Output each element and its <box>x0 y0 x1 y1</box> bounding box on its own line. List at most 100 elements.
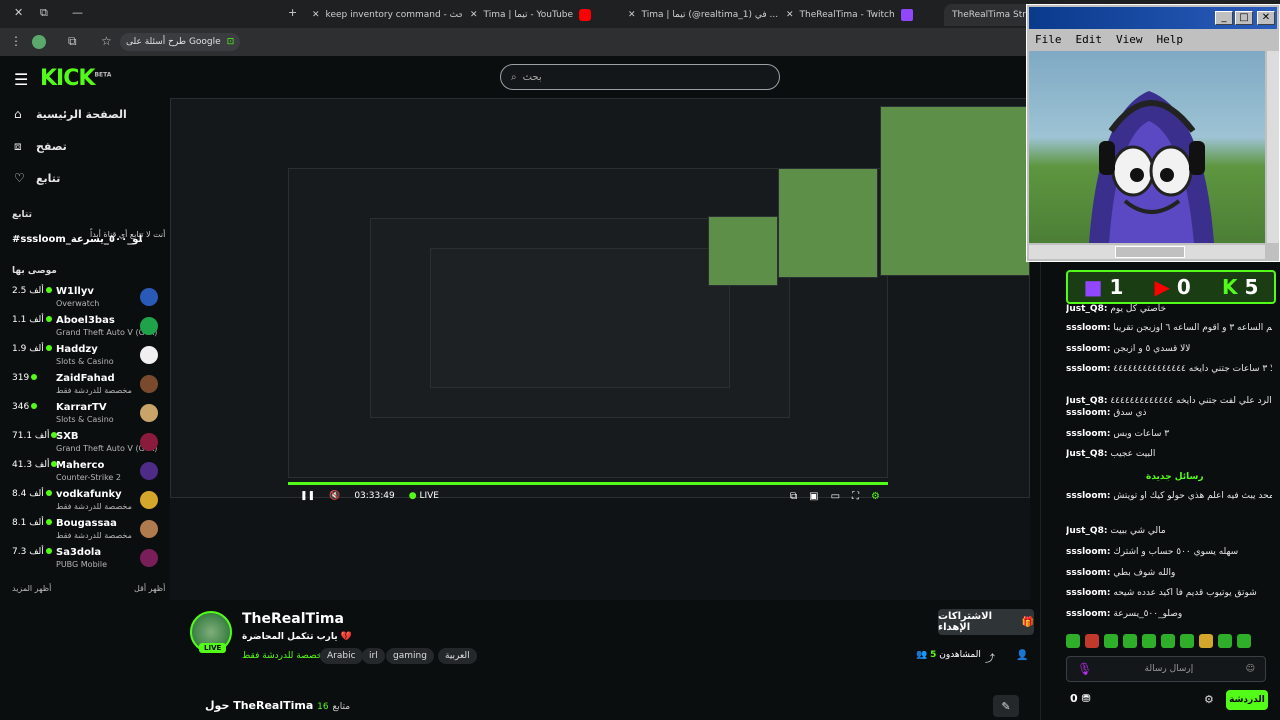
stream-category[interactable]: مخصصة للدردشة فقط <box>242 651 327 661</box>
tab-close-icon[interactable]: ✕ <box>312 10 320 20</box>
chat-username[interactable]: sssloom: <box>1066 429 1111 439</box>
chat-username[interactable]: sssloom: <box>1066 323 1111 333</box>
close-icon[interactable]: ✕ <box>1257 11 1275 25</box>
chat-username[interactable]: sssloom: <box>1066 588 1111 598</box>
coins-balance[interactable]: 0 ⛃ <box>1070 692 1091 705</box>
tab-kick[interactable]: TheRealTima Stre... <box>944 4 1034 26</box>
bookmark-star-icon[interactable]: ☆ <box>101 34 112 48</box>
emote-icon[interactable] <box>1104 634 1118 648</box>
tab-close-icon[interactable]: ✕ <box>786 10 794 20</box>
viewer-count: 1.9 ألف <box>12 344 54 354</box>
chat-username[interactable]: sssloom: <box>1066 609 1111 619</box>
minimize-icon[interactable]: _ <box>1215 11 1233 25</box>
recommended-channel[interactable]: 41.3 ألف Maherco Counter-Strike 2 <box>10 460 162 486</box>
recommended-channel[interactable]: 319 ZaidFahad مخصصة للدردشة فقط <box>10 373 162 399</box>
emote-icon[interactable] <box>1142 634 1156 648</box>
tag-arabic[interactable]: Arabic <box>320 648 363 664</box>
edit-pencil-icon[interactable]: ✎ <box>993 695 1019 717</box>
emote-icon[interactable] <box>1237 634 1251 648</box>
emote-icon[interactable] <box>1085 634 1099 648</box>
emote-icon[interactable] <box>1066 634 1080 648</box>
chat-username[interactable]: sssloom: <box>1066 547 1111 557</box>
recommended-channel[interactable]: 8.1 ألف Bougassaa مخصصة للدردشة فقط <box>10 518 162 544</box>
recommended-channel[interactable]: 7.3 ألف Sa3dola PUBG Mobile <box>10 547 162 573</box>
recommended-channel[interactable]: 346 KarrarTV Slots & Casino <box>10 402 162 428</box>
close-window-icon[interactable]: ✕ <box>14 6 23 19</box>
emote-icon[interactable] <box>1180 634 1194 648</box>
recommended-channel[interactable]: 71.1 ألف SXB Grand Theft Auto V (GTA) <box>10 431 162 457</box>
menu-edit[interactable]: Edit <box>1076 33 1103 46</box>
chat-username[interactable]: Just_Q8: <box>1066 449 1107 459</box>
pause-icon[interactable]: ❚❚ <box>300 491 315 501</box>
sidebar-item-following[interactable]: ♡ تتابع <box>0 168 170 190</box>
google-lens-icon[interactable]: ⊡ <box>227 37 235 47</box>
kick-logo[interactable]: KICKBETA <box>40 66 111 91</box>
emote-icon[interactable] <box>1161 634 1175 648</box>
chat-send-button[interactable]: الدردشة <box>1226 690 1268 710</box>
restore-window-icon[interactable]: ⧉ <box>40 6 48 20</box>
maximize-icon[interactable]: □ <box>1235 11 1253 25</box>
follow-user-icon[interactable]: 👤 <box>1016 650 1028 661</box>
chat-username[interactable]: Just_Q8: <box>1066 526 1107 536</box>
fullscreen-icon[interactable]: ⛶ <box>852 491 859 502</box>
tag-arabic-language[interactable]: العربية <box>438 648 477 664</box>
profile-avatar[interactable] <box>32 35 46 49</box>
sidebar-item-home[interactable]: ⌂ الصفحة الرئيسية <box>0 104 170 126</box>
theater-icon[interactable]: ▭ <box>831 491 840 502</box>
vertical-scrollbar[interactable] <box>1267 51 1279 243</box>
menu-help[interactable]: Help <box>1157 33 1184 46</box>
scrollbar-thumb[interactable] <box>1115 246 1185 258</box>
microphone-icon[interactable]: 🎙 <box>1077 662 1092 676</box>
chat-username[interactable]: sssloom: <box>1066 344 1111 354</box>
hamburger-menu-icon[interactable]: ☰ <box>14 70 28 89</box>
emoji-picker-icon[interactable]: ☺ <box>1246 664 1255 674</box>
sidebar-item-browse[interactable]: ⧈ تصفح <box>0 136 170 158</box>
tab-close-icon[interactable]: ✕ <box>628 10 636 20</box>
pip-icon[interactable]: ⧉ <box>790 491 797 502</box>
volume-icon[interactable]: 🔇 <box>329 491 340 501</box>
clip-icon[interactable]: ▣ <box>809 491 818 502</box>
tab-youtube[interactable]: ✕ Tima | تيما - YouTube <box>470 4 620 26</box>
new-messages-divider[interactable]: رسائل جديدة <box>1146 472 1204 482</box>
menu-dots-icon[interactable]: ⋮ <box>10 34 22 48</box>
address-bar[interactable]: طرح أسئلة على Google ⊡ <box>120 33 241 51</box>
emote-icon[interactable] <box>1218 634 1232 648</box>
chat-input[interactable]: 🎙 إرسال رسالة ☺ <box>1066 656 1266 682</box>
channel-name[interactable]: TheRealTima <box>242 611 344 627</box>
chat-username[interactable]: sssloom: <box>1066 364 1111 374</box>
tab-close-icon[interactable]: ✕ <box>470 10 478 20</box>
show-less-link[interactable]: أظهر أقل <box>134 584 165 593</box>
tab-tiktok[interactable]: ✕ Tima | تيما (@realtima_1) في ... <box>628 4 778 26</box>
horizontal-scrollbar[interactable] <box>1029 245 1265 259</box>
chat-username[interactable]: sssloom: <box>1066 568 1111 578</box>
recommended-channel[interactable]: 1.9 ألف Haddzy Slots & Casino <box>10 344 162 370</box>
search-input[interactable]: ⌕ بحث <box>500 64 780 90</box>
show-more-link[interactable]: أظهر المزيد <box>12 584 51 593</box>
recommended-channel[interactable]: 1.1 ألف Aboel3bas Grand Theft Auto V (GT… <box>10 315 162 341</box>
chat-username[interactable]: sssloom: <box>1066 408 1111 418</box>
chat-settings-icon[interactable]: ⚙ <box>1204 693 1214 706</box>
new-tab-icon[interactable]: + <box>288 6 297 19</box>
minimize-window-icon[interactable]: — <box>72 6 83 19</box>
extensions-icon[interactable]: ⧉ <box>68 34 77 49</box>
tag-irl[interactable]: irl <box>362 648 385 664</box>
emote-icon[interactable] <box>1123 634 1137 648</box>
paint-canvas[interactable] <box>1029 51 1265 243</box>
menu-view[interactable]: View <box>1116 33 1143 46</box>
chat-username[interactable]: sssloom: <box>1066 491 1111 501</box>
video-progress-bar[interactable] <box>288 482 888 485</box>
video-player[interactable]: ❚❚ 🔇 03:33:49 ● LIVE ⧉ ▣ ▭ ⛶ ⚙ <box>170 98 1030 608</box>
settings-icon[interactable]: ⚙ <box>871 491 880 502</box>
chat-username[interactable]: Just_Q8: <box>1066 304 1107 314</box>
recommended-channel[interactable]: 2.5 ألف W1llyv Overwatch <box>10 286 162 312</box>
chat-username[interactable]: Just_Q8: <box>1066 396 1107 406</box>
tab-search[interactable]: ✕ keep inventory command - بحث <box>312 4 462 26</box>
recommended-channel[interactable]: 8.4 ألف vodkafunky مخصصة للدردشة فقط <box>10 489 162 515</box>
menu-file[interactable]: File <box>1035 33 1062 46</box>
paint-title-bar[interactable]: _ □ ✕ <box>1029 7 1277 29</box>
tab-twitch[interactable]: ✕ TheRealTima - Twitch <box>786 4 936 26</box>
tag-gaming[interactable]: gaming <box>386 648 434 664</box>
share-icon[interactable]: ⤴ <box>985 650 995 665</box>
emote-icon[interactable] <box>1199 634 1213 648</box>
gift-subscriptions-button[interactable]: الاشتراكات الإهداء 🎁 <box>938 609 1034 635</box>
